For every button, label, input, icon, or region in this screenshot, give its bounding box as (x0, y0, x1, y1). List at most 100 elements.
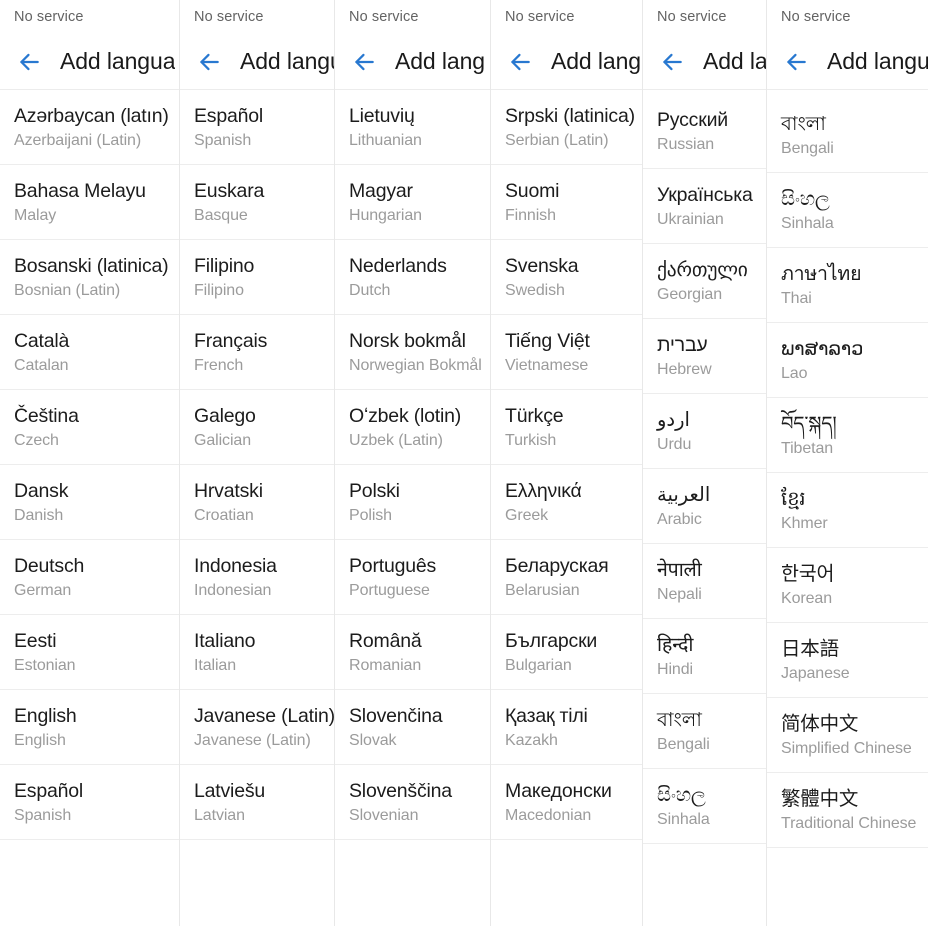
language-list-item[interactable]: Hrvatski Croatian (180, 465, 334, 540)
language-list[interactable]: Lietuvių Lithuanian Magyar Hungarian Nederla… (335, 90, 490, 840)
language-list-item[interactable]: اردو Urdu (643, 394, 766, 469)
language-list-item[interactable]: Latviešu Latvian (180, 765, 334, 840)
language-list-item[interactable]: Lietuvių Lithuanian (335, 90, 490, 165)
language-list-item[interactable]: नेपाली Nepali (643, 544, 766, 619)
language-list-item[interactable]: ພາສາລາວ Lao (767, 323, 928, 398)
language-list-item[interactable]: Македонски Macedonian (491, 765, 642, 840)
language-list-item[interactable]: Filipino Filipino (180, 240, 334, 315)
language-list-item[interactable]: Italiano Italian (180, 615, 334, 690)
language-list-item[interactable]: 简体中文 Simplified Chinese (767, 698, 928, 773)
language-list[interactable]: Русский Russian Українська Ukrainian ქართული… (643, 94, 766, 844)
language-list-item[interactable]: Türkçe Turkish (491, 390, 642, 465)
language-list-item[interactable]: Українська Ukrainian (643, 169, 766, 244)
language-list-item[interactable]: Қазақ тілі Kazakh (491, 690, 642, 765)
language-list-item[interactable]: Azərbaycan (latın) Azerbaijani (Latin) (0, 90, 179, 165)
language-native-name: Italiano (194, 629, 256, 652)
language-english-name: Malay (14, 207, 57, 225)
language-native-name: नेपाली (657, 558, 702, 581)
language-list-item[interactable]: Deutsch German (0, 540, 179, 615)
language-english-name: German (14, 581, 72, 599)
language-native-name: Қазақ тілі (505, 704, 588, 727)
language-list-item[interactable]: Norsk bokmål Norwegian Bokmål (335, 315, 490, 390)
language-list-item[interactable]: Bosanski (latinica) Bosnian (Latin) (0, 240, 179, 315)
language-list-item[interactable]: العربية Arabic (643, 469, 766, 544)
language-list-item[interactable]: Català Catalan (0, 315, 179, 390)
language-list-item[interactable]: Oʻzbek (lotin) Uzbek (Latin) (335, 390, 490, 465)
app-bar: Add lang (335, 34, 490, 90)
language-list-item[interactable]: Беларуская Belarusian (491, 540, 642, 615)
language-list-item[interactable]: Slovenščina Slovenian (335, 765, 490, 840)
language-list-item[interactable]: Eesti Estonian (0, 615, 179, 690)
language-list-item[interactable]: සිංහල Sinhala (767, 173, 928, 248)
app-bar: Add langu (180, 34, 334, 90)
language-list-item[interactable]: ภาษาไทย Thai (767, 248, 928, 323)
language-list-item[interactable]: Slovenčina Slovak (335, 690, 490, 765)
language-list-item[interactable]: Galego Galician (180, 390, 334, 465)
arrow-left-icon[interactable] (192, 45, 226, 79)
language-list-item[interactable]: Русский Russian (643, 94, 766, 169)
arrow-left-icon[interactable] (655, 45, 689, 79)
language-native-name: Polski (349, 479, 400, 502)
language-list-item[interactable]: ខ្មែរ Khmer (767, 473, 928, 548)
language-list-item[interactable]: বাংলা Bengali (767, 98, 928, 173)
arrow-left-icon[interactable] (12, 45, 46, 79)
language-native-name: Deutsch (14, 554, 85, 577)
language-native-name: العربية (657, 483, 711, 506)
language-list-item[interactable]: Português Portuguese (335, 540, 490, 615)
language-native-name: Español (14, 779, 84, 802)
language-list-item[interactable]: हिन्दी Hindi (643, 619, 766, 694)
language-english-name: Slovak (349, 731, 397, 749)
language-list-item[interactable]: བོད་སྐད། Tibetan (767, 398, 928, 473)
language-list-item[interactable]: Srpski (latinica) Serbian (Latin) (491, 90, 642, 165)
language-english-name: Sinhala (657, 810, 710, 828)
language-list[interactable]: Azərbaycan (latın) Azerbaijani (Latin) Bah… (0, 90, 179, 840)
page-title: Add langu (240, 48, 334, 74)
language-native-name: Română (349, 629, 422, 652)
arrow-left-icon[interactable] (779, 45, 813, 79)
language-list-item[interactable]: Polski Polish (335, 465, 490, 540)
status-bar: No service (180, 0, 334, 34)
arrow-left-icon[interactable] (503, 45, 537, 79)
language-list[interactable]: বাংলা Bengali සිංහල Sinhala ภาษาไทย Thai ພາສາລ… (767, 98, 928, 848)
language-list-item[interactable]: 한국어 Korean (767, 548, 928, 623)
language-list-item[interactable]: Español Spanish (180, 90, 334, 165)
language-list-item[interactable]: English English (0, 690, 179, 765)
language-english-name: Russian (657, 136, 715, 154)
language-list-item[interactable]: Čeština Czech (0, 390, 179, 465)
language-list-item[interactable]: עברית Hebrew (643, 319, 766, 394)
language-list-item[interactable]: Dansk Danish (0, 465, 179, 540)
language-list-item[interactable]: Български Bulgarian (491, 615, 642, 690)
language-list-item[interactable]: Español Spanish (0, 765, 179, 840)
language-english-name: Finnish (505, 207, 556, 225)
language-list-item[interactable]: Tiếng Việt Vietnamese (491, 315, 642, 390)
language-native-name: Eesti (14, 629, 57, 652)
language-english-name: Spanish (194, 132, 252, 150)
language-list[interactable]: Español Spanish Euskara Basque Filipino Filip… (180, 90, 334, 840)
language-native-name: සිංහල (781, 187, 830, 210)
status-bar-carrier-text: No service (781, 9, 851, 25)
arrow-left-icon[interactable] (347, 45, 381, 79)
language-native-name: Nederlands (349, 254, 447, 277)
language-list-item[interactable]: Română Romanian (335, 615, 490, 690)
language-list-item[interactable]: ქართული Georgian (643, 244, 766, 319)
language-list-item[interactable]: 日本語 Japanese (767, 623, 928, 698)
language-native-name: Slovenčina (349, 704, 443, 727)
language-list-item[interactable]: Ελληνικά Greek (491, 465, 642, 540)
language-native-name: Suomi (505, 179, 560, 202)
language-list-item[interactable]: Javanese (Latin) Javanese (Latin) (180, 690, 334, 765)
language-list-item[interactable]: Bahasa Melayu Malay (0, 165, 179, 240)
language-list-item[interactable]: বাংলা Bengali (643, 694, 766, 769)
language-list-item[interactable]: Suomi Finnish (491, 165, 642, 240)
language-english-name: Traditional Chinese (781, 814, 917, 832)
language-list-item[interactable]: Magyar Hungarian (335, 165, 490, 240)
language-english-name: Macedonian (505, 806, 592, 824)
language-native-name: 日本語 (781, 637, 839, 660)
language-list-item[interactable]: Français French (180, 315, 334, 390)
language-list-item[interactable]: සිංහල Sinhala (643, 769, 766, 844)
language-list-item[interactable]: 繁體中文 Traditional Chinese (767, 773, 928, 848)
language-list-item[interactable]: Nederlands Dutch (335, 240, 490, 315)
language-list-item[interactable]: Euskara Basque (180, 165, 334, 240)
language-list-item[interactable]: Svenska Swedish (491, 240, 642, 315)
language-list[interactable]: Srpski (latinica) Serbian (Latin) Suomi Fin… (491, 90, 642, 840)
language-list-item[interactable]: Indonesia Indonesian (180, 540, 334, 615)
